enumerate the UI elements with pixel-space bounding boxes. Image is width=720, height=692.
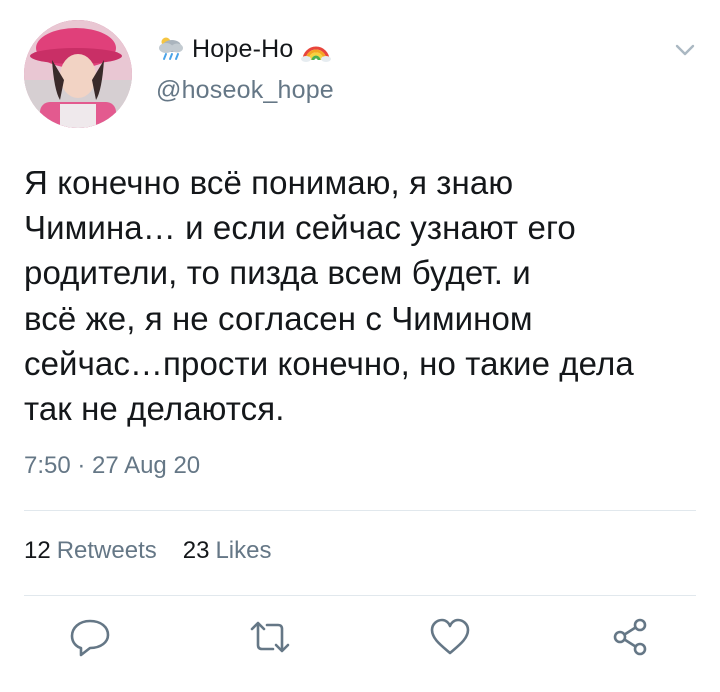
tweet-header: Hope-Ho @hoseok_hope: [156, 32, 334, 105]
tweet-card: Hope-Ho @hoseok_hope Я конечно всё поним…: [0, 0, 720, 692]
divider: [24, 510, 696, 511]
author-handle[interactable]: @hoseok_hope: [156, 76, 334, 105]
tweet-text: Я конечно всё понимаю, я знаю Чимина… и …: [24, 164, 634, 428]
avatar-photo: [24, 20, 132, 128]
avatar[interactable]: [24, 20, 132, 128]
divider: [24, 595, 696, 596]
likes-label: Likes: [215, 537, 272, 564]
retweets-stat[interactable]: 12 Retweets: [24, 537, 157, 565]
retweet-icon[interactable]: [248, 615, 292, 659]
reply-icon[interactable]: [68, 615, 112, 659]
likes-count: 23: [182, 537, 210, 564]
rainbow-icon: [301, 36, 332, 62]
chevron-down-icon[interactable]: [670, 38, 700, 62]
share-icon[interactable]: [608, 615, 652, 659]
retweets-count: 12: [24, 537, 51, 564]
display-name[interactable]: Hope-Ho: [192, 35, 293, 64]
like-icon[interactable]: [428, 615, 472, 659]
tweet-actions: [0, 615, 720, 665]
likes-stat[interactable]: 23 Likes: [183, 537, 272, 565]
tweet-timestamp[interactable]: 7:50 · 27 Aug 20: [24, 452, 200, 480]
cloud-rain-icon: [156, 36, 186, 62]
retweets-label: Retweets: [56, 537, 157, 564]
author-name-row[interactable]: Hope-Ho: [156, 32, 334, 66]
tweet-stats: 12 Retweets 23 Likes: [24, 537, 297, 565]
